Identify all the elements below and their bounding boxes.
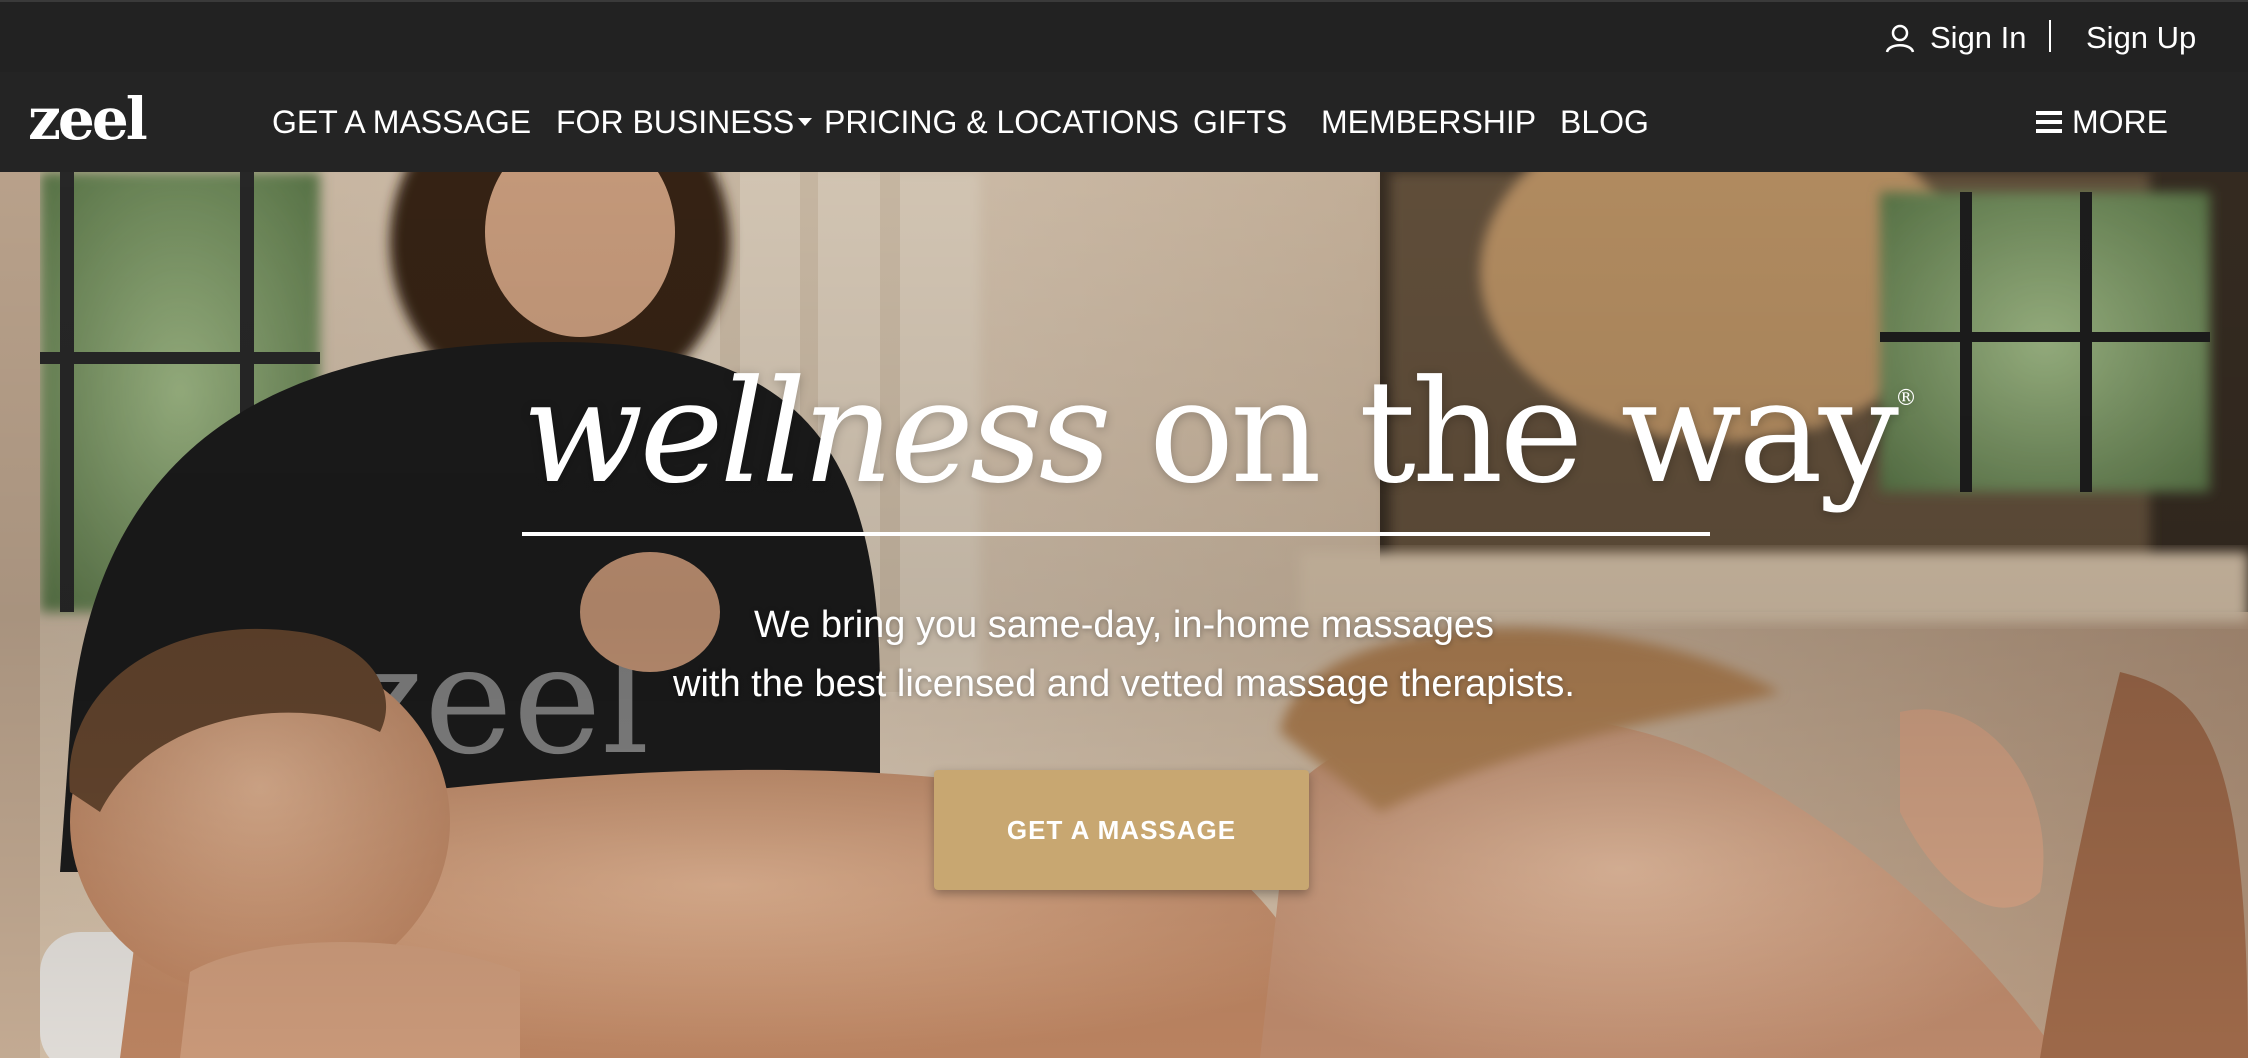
headline-underline: [522, 532, 1710, 536]
cta-label: GET A MASSAGE: [1006, 814, 1237, 845]
zeel-logo[interactable]: zeel: [28, 90, 148, 148]
nav-item-label: BLOG: [1560, 104, 1649, 140]
more-menu-button[interactable]: MORE: [2036, 102, 2168, 142]
caret-down-icon: [798, 117, 813, 126]
get-a-massage-button[interactable]: GET A MASSAGE: [934, 770, 1309, 890]
top-utility-bar: Sign In Sign Up: [0, 0, 2248, 72]
nav-get-a-massage[interactable]: GET A MASSAGE: [272, 102, 531, 142]
nav-gifts[interactable]: GIFTS: [1193, 102, 1287, 142]
sign-up-link[interactable]: Sign Up: [2086, 16, 2196, 60]
nav-pricing-locations[interactable]: PRICING & LOCATIONS: [824, 102, 1179, 142]
main-nav: zeel GET A MASSAGE FOR BUSINESS PRICING …: [0, 72, 2248, 172]
sign-in-label: Sign In: [1930, 20, 2027, 55]
topbar-divider: [2049, 20, 2051, 52]
hamburger-icon: [2036, 111, 2062, 133]
nav-item-label: FOR BUSINESS: [556, 104, 795, 140]
nav-blog[interactable]: BLOG: [1560, 102, 1649, 142]
nav-membership[interactable]: MEMBERSHIP: [1321, 102, 1536, 142]
registered-mark: ®: [1895, 386, 1917, 411]
hero-subline-1: We bring you same-day, in-home massages: [754, 604, 1494, 646]
headline-italic: wellness: [522, 350, 1112, 515]
hero-headline: wellness on the way®: [522, 362, 1917, 504]
nav-for-business[interactable]: FOR BUSINESS: [556, 102, 813, 142]
headline-rest: on the way: [1107, 350, 1899, 515]
hero-section: zeel wellness on the way® We bring you s…: [0, 172, 2248, 1058]
nav-item-label: GIFTS: [1193, 104, 1288, 140]
more-label: MORE: [2072, 104, 2168, 140]
nav-item-label: PRICING & LOCATIONS: [824, 104, 1180, 140]
nav-item-label: MEMBERSHIP: [1321, 104, 1537, 140]
user-icon: [1885, 24, 1915, 53]
hero-subline-2: with the best licensed and vetted massag…: [673, 663, 1575, 705]
nav-item-label: GET A MASSAGE: [272, 104, 532, 140]
sign-up-label: Sign Up: [2086, 20, 2197, 55]
sign-in-link[interactable]: Sign In: [1884, 16, 2027, 60]
